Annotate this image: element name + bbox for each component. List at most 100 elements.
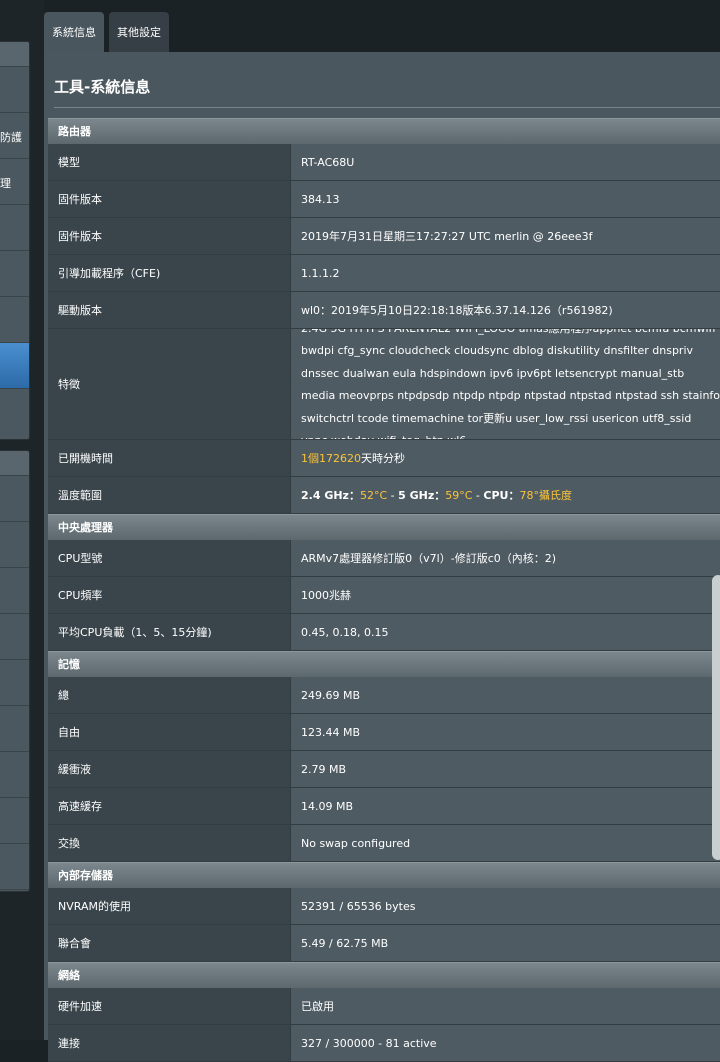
row-value: wl0：2019年5月10日22:18:18版本6.37.14.126（r561… [290,292,720,328]
sidebar-item[interactable] [0,798,29,844]
temp-24-label: 2.4 GHz： [301,489,360,502]
table-row: 高速緩存 14.09 MB [48,788,720,825]
sidebar-group-header [0,42,29,67]
table-row: 溫度範圍 2.4 GHz： 52°C - 5 GHz： 59°C - CPU： 78°… [48,477,720,514]
row-value: No swap configured [290,825,720,861]
row-value: 2.4 GHz： 52°C - 5 GHz： 59°C - CPU： 78°攝氏度 [290,477,720,513]
table-row: 驅動版本 wl0：2019年5月10日22:18:18版本6.37.14.126… [48,292,720,329]
sidebar-item[interactable] [0,614,29,660]
row-label: 連接 [48,1025,290,1061]
row-label: 交換 [48,825,290,861]
sidebar-item[interactable] [0,522,29,568]
row-value: 1.1.1.2 [290,255,720,291]
row-value: ARMv7處理器修訂版0（v7l）-修訂版c0（內核：2) [290,540,720,576]
temp-5-value: 59°C [445,488,473,502]
main-panel: 工具-系統信息 路由器 模型 RT-AC68U 固件版本 384.13 固件版本… [44,52,720,1062]
table-row: 平均CPU負載（1、5、15分鐘) 0.45, 0.18, 0.15 [48,614,720,651]
sidebar-item[interactable] [0,205,29,251]
scrollbar-thumb[interactable] [712,575,720,860]
row-label: 模型 [48,144,290,180]
page-title: 工具-系統信息 [54,78,151,96]
sidebar-item[interactable] [0,706,29,752]
tab-other-settings[interactable]: 其他設定 [109,12,169,52]
table-row: 固件版本 384.13 [48,181,720,218]
row-value: 52391 / 65536 bytes [290,888,720,924]
sidebar-item-label: 防護 [0,131,22,144]
uptime-unit: 天時分秒 [361,452,405,465]
sidebar-item[interactable] [0,844,29,890]
table-row: 聯合會 5.49 / 62.75 MB [48,925,720,962]
row-value: 0.45, 0.18, 0.15 [290,614,720,650]
table-row: 緩衝液 2.79 MB [48,751,720,788]
uptime-value: 1個172620 [301,452,361,465]
row-label: CPU型號 [48,540,290,576]
title-divider [54,107,720,108]
table-row: 連接 327 / 300000 - 81 active [48,1025,720,1062]
temp-cpu-label: CPU： [483,489,520,502]
row-value: 14.09 MB [290,788,720,824]
sidebar-item[interactable] [0,67,29,113]
sidebar-item-manage[interactable]: 理 [0,159,29,205]
sidebar-group-header [0,451,29,476]
sidebar-menu-group: 防護 理 [0,41,30,440]
sidebar-item[interactable] [0,251,29,297]
tab-system-info[interactable]: 系統信息 [44,12,104,52]
row-value: 249.69 MB [290,677,720,713]
temp-24-value: 52°C [359,488,388,502]
sidebar-item-protection[interactable]: 防護 [0,113,29,159]
temp-5-label: 5 GHz： [398,489,446,502]
table-row: 總 249.69 MB [48,677,720,714]
row-value: 2.4G 5G HTTPS PARENTAL2 WIFI_LOGO amas應用… [290,329,720,439]
sidebar-item-label: 理 [0,177,11,190]
row-value: 123.44 MB [290,714,720,750]
section-header-cpu: 中央處理器 [48,514,720,540]
row-label: 溫度範圍 [48,477,290,513]
row-label: 硬件加速 [48,988,290,1024]
row-label: CPU頻率 [48,577,290,613]
sidebar-item[interactable] [0,752,29,798]
row-label: 特徵 [48,329,290,439]
row-value: 384.13 [290,181,720,217]
row-value: 1個172620 天時分秒 [290,440,720,476]
sidebar-item[interactable] [0,476,29,522]
row-value: 已啟用 [290,988,720,1024]
table-row: 特徵 2.4G 5G HTTPS PARENTAL2 WIFI_LOGO ama… [48,329,720,440]
table-row: 交換 No swap configured [48,825,720,862]
row-label: 總 [48,677,290,713]
temp-separator: - [387,488,399,502]
sidebar-item[interactable] [0,660,29,706]
row-label: 平均CPU負載（1、5、15分鐘) [48,614,290,650]
row-label: 驅動版本 [48,292,290,328]
table-row: CPU頻率 1000兆赫 [48,577,720,614]
row-label: 固件版本 [48,218,290,254]
table-row: 已開機時間 1個172620 天時分秒 [48,440,720,477]
temp-cpu-value: 78°攝氏度 [519,489,572,502]
temp-separator: - [472,488,484,502]
section-header-storage: 內部存儲器 [48,862,720,888]
sidebar-item[interactable] [0,297,29,343]
table-row: NVRAM的使用 52391 / 65536 bytes [48,888,720,925]
table-row: 模型 RT-AC68U [48,144,720,181]
section-header-network: 網絡 [48,962,720,988]
row-label: 聯合會 [48,925,290,961]
sidebar-item-active[interactable] [0,343,29,389]
row-label: 緩衝液 [48,751,290,787]
sidebar-item[interactable] [0,568,29,614]
sidebar-menu-group [0,450,30,892]
row-label: 固件版本 [48,181,290,217]
row-label: 自由 [48,714,290,750]
row-value: RT-AC68U [290,144,720,180]
system-info-table: 路由器 模型 RT-AC68U 固件版本 384.13 固件版本 2019年7月… [48,118,720,1062]
row-label: 引導加載程序（CFE) [48,255,290,291]
row-value: 5.49 / 62.75 MB [290,925,720,961]
row-label: NVRAM的使用 [48,888,290,924]
section-header-memory: 記憶 [48,651,720,677]
row-value: 2.79 MB [290,751,720,787]
section-header-router: 路由器 [48,118,720,144]
table-row: 引導加載程序（CFE) 1.1.1.2 [48,255,720,292]
table-row: 自由 123.44 MB [48,714,720,751]
row-value: 2019年7月31日星期三17:27:27 UTC merlin @ 26eee… [290,218,720,254]
features-text: 2.4G 5G HTTPS PARENTAL2 WIFI_LOGO amas應用… [301,329,720,439]
left-sidebar: 防護 理 [0,0,44,1040]
table-row: 固件版本 2019年7月31日星期三17:27:27 UTC merlin @ … [48,218,720,255]
